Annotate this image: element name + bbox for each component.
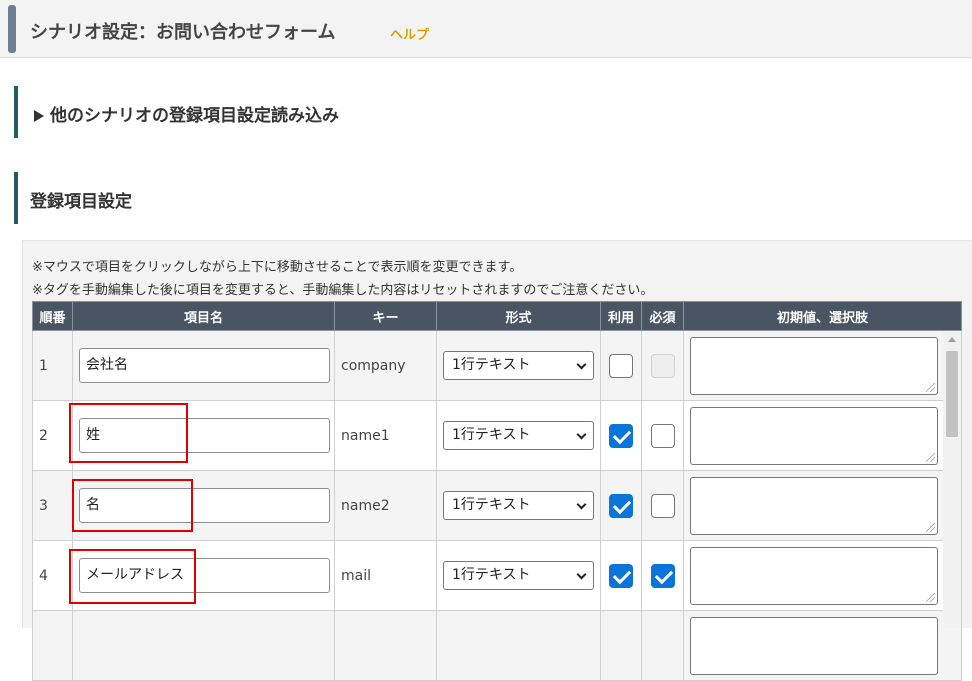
import-section-title: 他のシナリオの登録項目設定読み込み — [50, 106, 339, 126]
default-textarea[interactable] — [690, 336, 938, 395]
required-checkbox[interactable] — [650, 493, 675, 518]
format-select[interactable]: 1行テキスト — [443, 491, 594, 520]
resize-grip-icon[interactable] — [926, 592, 935, 602]
format-select-value: 1行テキスト — [452, 427, 531, 443]
item-name-input[interactable]: 姓 — [79, 418, 330, 453]
table-row[interactable]: 1 会社名 company 1行テキスト — [32, 330, 962, 401]
chevron-down-icon — [576, 429, 587, 440]
table-row[interactable]: 3 名 name2 1行テキスト — [32, 470, 962, 541]
table-scrollbar[interactable] — [943, 331, 961, 628]
use-checkbox[interactable] — [609, 423, 633, 448]
use-checkbox[interactable] — [609, 353, 633, 378]
row-key: name1 — [334, 400, 437, 471]
page-title: シナリオ設定：お問い合わせフォーム — [30, 22, 336, 43]
item-name-input[interactable]: 会社名 — [79, 348, 330, 383]
format-select-value: 1行テキスト — [452, 357, 531, 373]
default-textarea[interactable] — [690, 616, 938, 675]
use-checkbox[interactable] — [609, 563, 633, 588]
item-name-input[interactable]: メールアドレス — [79, 558, 330, 593]
row-order: 2 — [32, 400, 73, 471]
format-select-value: 1行テキスト — [452, 497, 531, 513]
default-textarea[interactable] — [690, 406, 938, 465]
help-link[interactable]: ヘルプ — [390, 24, 429, 43]
format-select-value: 1行テキスト — [452, 567, 531, 583]
import-section-toggle[interactable]: 他のシナリオの登録項目設定読み込み — [34, 101, 339, 126]
table-row — [32, 610, 962, 681]
col-default: 初期値、選択肢 — [683, 301, 962, 331]
note-reorder: ※マウスで項目をクリックしながら上下に移動させることで表示順を変更できます。 — [32, 260, 523, 275]
item-name-input[interactable]: 名 — [79, 488, 330, 523]
row-key: name2 — [334, 470, 437, 541]
required-checkbox[interactable] — [650, 423, 675, 448]
table-row[interactable]: 4 メールアドレス mail 1行テキスト — [32, 540, 962, 611]
row-order: 1 — [32, 330, 73, 401]
chevron-down-icon — [576, 359, 587, 370]
col-name: 項目名 — [72, 301, 335, 331]
resize-grip-icon[interactable] — [926, 522, 935, 532]
col-required: 必須 — [641, 301, 684, 331]
table-header-row: 順番 項目名 キー 形式 利用 必須 初期値、選択肢 — [32, 301, 962, 331]
items-table: 順番 項目名 キー 形式 利用 必須 初期値、選択肢 1 会社名 company… — [32, 301, 962, 681]
col-use: 利用 — [600, 301, 642, 331]
page-header: シナリオ設定：お問い合わせフォーム ヘルプ — [0, 0, 972, 58]
required-checkbox[interactable] — [650, 563, 675, 588]
format-select[interactable]: 1行テキスト — [443, 561, 594, 590]
triangle-right-icon — [34, 110, 44, 122]
section-bar-import — [14, 86, 18, 138]
format-select[interactable]: 1行テキスト — [443, 421, 594, 450]
chevron-down-icon — [576, 499, 587, 510]
row-order: 4 — [32, 540, 73, 611]
header-accent — [8, 5, 16, 53]
scroll-up-icon[interactable] — [948, 337, 956, 342]
col-order: 順番 — [32, 301, 73, 331]
col-key: キー — [334, 301, 437, 331]
resize-grip-icon[interactable] — [926, 452, 935, 462]
scroll-thumb[interactable] — [946, 351, 958, 437]
table-row[interactable]: 2 姓 name1 1行テキスト — [32, 400, 962, 471]
default-textarea[interactable] — [690, 476, 938, 535]
required-checkbox — [650, 353, 675, 378]
use-checkbox[interactable] — [609, 493, 633, 518]
items-section-title: 登録項目設定 — [30, 192, 132, 212]
format-select[interactable]: 1行テキスト — [443, 351, 594, 380]
default-textarea[interactable] — [690, 546, 938, 605]
row-order: 3 — [32, 470, 73, 541]
chevron-down-icon — [576, 569, 587, 580]
row-key: mail — [334, 540, 437, 611]
resize-grip-icon[interactable] — [926, 382, 935, 392]
section-bar-items — [14, 172, 18, 224]
col-format: 形式 — [436, 301, 601, 331]
row-key: company — [334, 330, 437, 401]
note-reset: ※タグを手動編集した後に項目を変更すると、手動編集した内容はリセットされますので… — [32, 283, 654, 298]
